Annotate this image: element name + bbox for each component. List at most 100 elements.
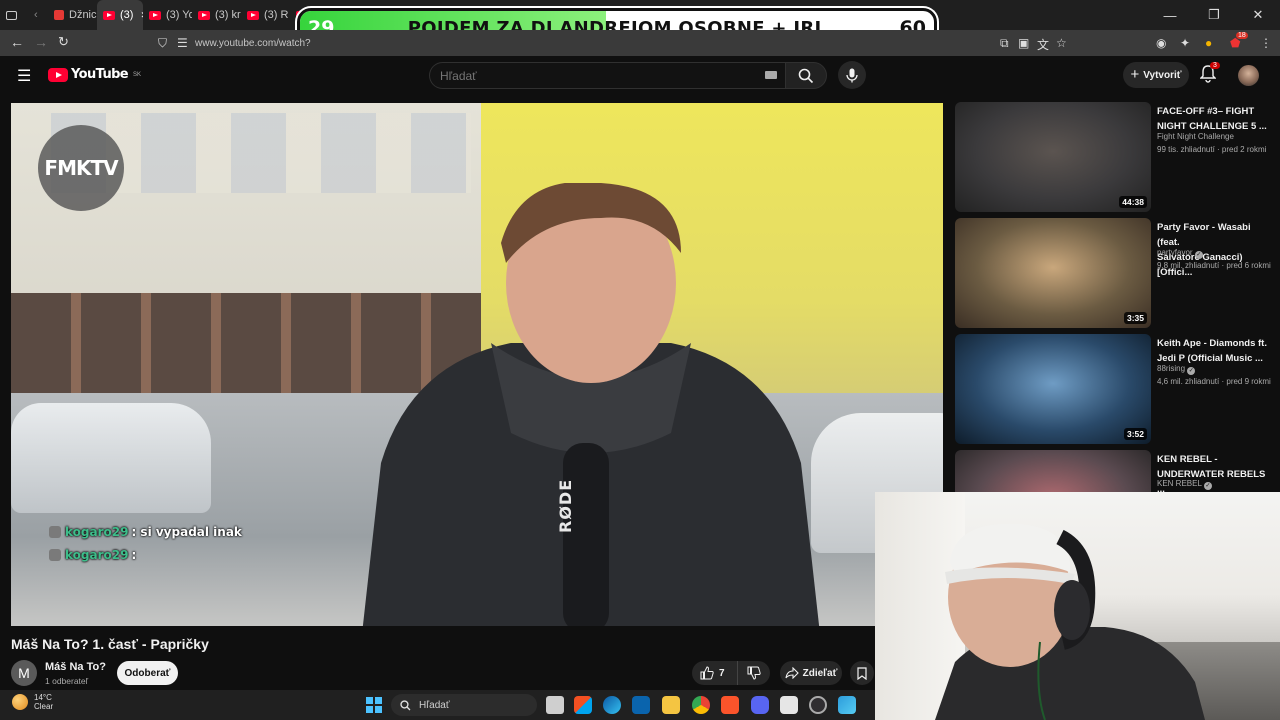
recommendation-meta: 4,6 mil. zhliadnutí · pred 9 rokmi [1157, 377, 1271, 386]
video-player[interactable]: RØDE FMKTV kogaro29: si vypadal inak koga… [11, 103, 943, 626]
streamer [935, 523, 1205, 720]
recommendation-thumbnail[interactable]: 3:52 [955, 334, 1151, 444]
share-label: Zdieľať [802, 667, 838, 679]
weather-desc: Clear [34, 702, 54, 711]
chat-badge-icon [49, 549, 61, 561]
extensions-icon[interactable]: ✦ [1180, 36, 1190, 50]
windows-logo-icon [366, 697, 374, 705]
app-icon[interactable] [838, 696, 856, 714]
browser-tab[interactable]: (3) Yo [143, 0, 192, 30]
video-title: Máš Na To? 1. časť - Papričky [11, 636, 209, 652]
weather-temp: 14°C [34, 693, 52, 702]
create-button[interactable]: + Vytvoriť [1123, 62, 1189, 88]
browser-tab-label: (3) R [264, 9, 289, 21]
recommendation-channel[interactable]: 88rising ✓ [1157, 364, 1196, 375]
youtube-wordmark: YouTube [71, 67, 129, 82]
screenshot-icon[interactable]: ⧉ [1000, 36, 1009, 51]
browser-tab-label: (3) Yo [166, 9, 192, 21]
tab-scroll-left-icon[interactable]: ‹ [28, 0, 48, 30]
back-icon[interactable]: ← [10, 34, 24, 50]
chrome-icon[interactable] [692, 696, 710, 714]
recommendation-title-line: FACE-OFF #3– FIGHT [1157, 106, 1255, 117]
voice-search-button[interactable] [838, 61, 866, 89]
browser-tab-label: (3) kr [215, 9, 241, 21]
dislike-button[interactable] [738, 661, 770, 685]
bookmark-star-icon[interactable]: ☆ [1056, 36, 1067, 50]
taskbar-search[interactable]: Hľadať [391, 694, 537, 716]
bookmark-icon [857, 666, 867, 680]
store-icon[interactable] [574, 696, 592, 714]
save-to-playlist-button[interactable] [850, 661, 874, 685]
search-box[interactable] [429, 62, 785, 89]
notification-count-badge: 3 [1210, 62, 1220, 69]
recommendation-meta: 99 tis. zhliadnutí · pred 2 rokmi [1157, 145, 1267, 154]
chat-badge-icon [49, 526, 61, 538]
forward-icon[interactable]: → [34, 34, 48, 50]
recommendation-thumbnail[interactable]: 44:38 [955, 102, 1151, 212]
weather-widget[interactable]: 14°C Clear [12, 693, 53, 711]
url-field[interactable]: www.youtube.com/watch? [195, 38, 311, 49]
recommendation-thumbnail[interactable]: 3:35 [955, 218, 1151, 328]
subscribe-button[interactable]: Odoberať [117, 661, 178, 685]
doc-favicon-icon [54, 10, 64, 20]
menu-kebab-icon[interactable]: ⋮ [1260, 36, 1272, 50]
share-button[interactable]: Zdieľať [780, 661, 842, 685]
notepad-icon[interactable] [780, 696, 798, 714]
tab-actions-icon[interactable] [0, 0, 28, 30]
guide-menu-icon[interactable]: ☰ [17, 66, 31, 86]
mic-brand-label: RØDE [556, 478, 575, 533]
like-button[interactable]: 7 [692, 661, 738, 685]
taskbar: 14°C Clear Hľadať [0, 690, 875, 720]
browser-tab[interactable]: (3) kr [192, 0, 241, 30]
browser-tab[interactable]: Džnic [48, 0, 97, 30]
chrome-extension-icon[interactable]: ● [1205, 36, 1212, 50]
verified-icon: ✓ [1203, 482, 1212, 490]
start-button[interactable] [366, 697, 382, 713]
tune-icon[interactable]: ☰ [177, 36, 188, 50]
channel-name[interactable]: Máš Na To? [45, 661, 106, 673]
recommendation-title[interactable]: KEN REBEL - UNDERWATER REBELS ... [1157, 452, 1273, 497]
outlook-icon[interactable] [632, 696, 650, 714]
share-icon [785, 667, 799, 679]
recommendation-item[interactable]: 44:38 FACE-OFF #3– FIGHT NIGHT CHALLENGE 5… [955, 102, 1275, 212]
chat-text: : [131, 548, 137, 562]
recommendation-title[interactable]: FACE-OFF #3– FIGHT NIGHT CHALLENGE 5 ... [1157, 104, 1273, 134]
file-explorer-icon[interactable] [662, 696, 680, 714]
search-input[interactable] [440, 68, 740, 83]
reload-icon[interactable]: ↻ [58, 34, 69, 50]
browser-tab-label: (3) [120, 9, 134, 21]
recommendation-channel[interactable]: Fight Night Challenge [1157, 132, 1234, 141]
edge-icon[interactable] [603, 696, 621, 714]
youtube-logo[interactable]: YouTube SK [48, 67, 141, 82]
recommendation-channel[interactable]: KEN REBEL ✓ [1157, 479, 1212, 490]
task-view-icon[interactable] [546, 696, 564, 714]
maximize-icon[interactable]: ❐ [1192, 7, 1236, 23]
obs-icon[interactable] [809, 696, 827, 714]
browser-tab-label: Džnic [69, 9, 97, 21]
recommendation-channel[interactable]: partyfavor ✓ [1157, 248, 1203, 259]
notifications-button[interactable]: 3 [1199, 62, 1220, 85]
account-avatar[interactable] [1238, 65, 1259, 86]
search-button[interactable] [785, 62, 827, 89]
install-app-icon[interactable]: ▣ [1018, 36, 1029, 50]
video-duration: 3:52 [1123, 428, 1147, 440]
discord-icon[interactable] [751, 696, 769, 714]
minimize-icon[interactable]: — [1148, 8, 1192, 23]
profile-icon[interactable]: ◉ [1156, 36, 1166, 50]
brave-icon[interactable] [721, 696, 739, 714]
car-left [11, 403, 211, 513]
browser-tab[interactable]: (3) R [241, 0, 290, 30]
youtube-header: ☰ YouTube SK + Vytvoriť 3 [0, 56, 1280, 98]
recommendation-item[interactable]: 3:52 Keith Ape - Diamonds ft. Jedi P (Offi… [955, 334, 1275, 444]
close-window-icon[interactable]: ✕ [1236, 7, 1280, 23]
browser-tab[interactable]: (3)✕ [97, 0, 143, 30]
site-info-icon[interactable]: ⛉ [158, 36, 167, 51]
channel-watermark: FMKTV [38, 125, 124, 211]
translate-icon[interactable]: 文 [1037, 36, 1049, 53]
recommendation-item[interactable]: 3:35 Party Favor - Wasabi (feat. Salvatore… [955, 218, 1275, 328]
chat-text: : si vypadal inak [131, 525, 242, 539]
channel-avatar[interactable]: M [11, 660, 37, 686]
watermark-text: FMKTV [44, 156, 118, 180]
keyboard-icon[interactable] [765, 71, 777, 79]
recommendation-title[interactable]: Keith Ape - Diamonds ft. Jedi P (Official… [1157, 336, 1273, 366]
